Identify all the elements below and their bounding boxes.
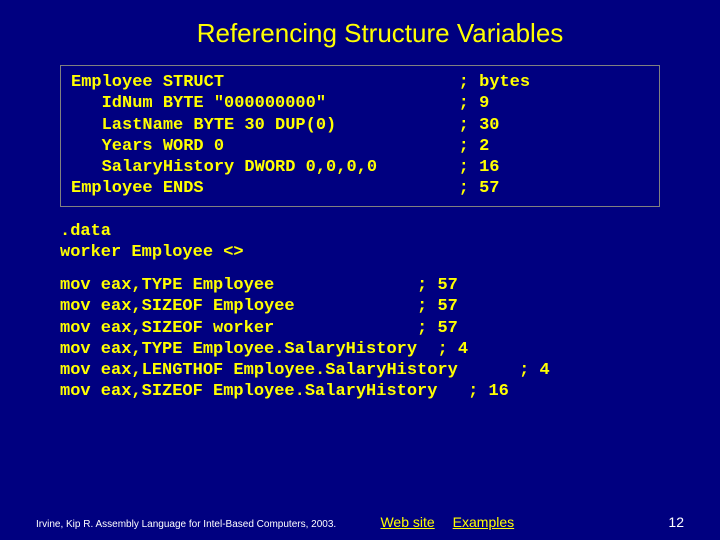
code-line: Employee STRUCT ; bytes: [71, 72, 649, 93]
code-line: mov eax,SIZEOF Employee.SalaryHistory ; …: [60, 381, 660, 402]
code-line: mov eax,SIZEOF worker ; 57: [60, 318, 660, 339]
struct-definition-box: Employee STRUCT ; bytes IdNum BYTE "0000…: [60, 65, 660, 207]
footer-credit: Irvine, Kip R. Assembly Language for Int…: [36, 519, 336, 530]
code-line: SalaryHistory DWORD 0,0,0,0 ; 16: [71, 157, 649, 178]
slide-title: Referencing Structure Variables: [70, 18, 690, 49]
code-line: mov eax,TYPE Employee.SalaryHistory ; 4: [60, 339, 660, 360]
code-line: mov eax,TYPE Employee ; 57: [60, 275, 660, 296]
code-line: mov eax,LENGTHOF Employee.SalaryHistory …: [60, 360, 660, 381]
examples-link[interactable]: Examples: [453, 514, 514, 530]
code-line: .data: [60, 221, 660, 242]
website-link[interactable]: Web site: [380, 514, 434, 530]
code-line: IdNum BYTE "000000000" ; 9: [71, 93, 649, 114]
mov-operations-block: mov eax,TYPE Employee ; 57 mov eax,SIZEO…: [60, 275, 660, 403]
code-line: Years WORD 0 ; 2: [71, 136, 649, 157]
code-line: mov eax,SIZEOF Employee ; 57: [60, 296, 660, 317]
page-number: 12: [668, 514, 684, 530]
code-line: LastName BYTE 30 DUP(0) ; 30: [71, 115, 649, 136]
data-section-block: .data worker Employee <>: [60, 221, 660, 264]
code-line: worker Employee <>: [60, 242, 660, 263]
slide-footer: Irvine, Kip R. Assembly Language for Int…: [30, 514, 690, 532]
code-line: Employee ENDS ; 57: [71, 178, 649, 199]
